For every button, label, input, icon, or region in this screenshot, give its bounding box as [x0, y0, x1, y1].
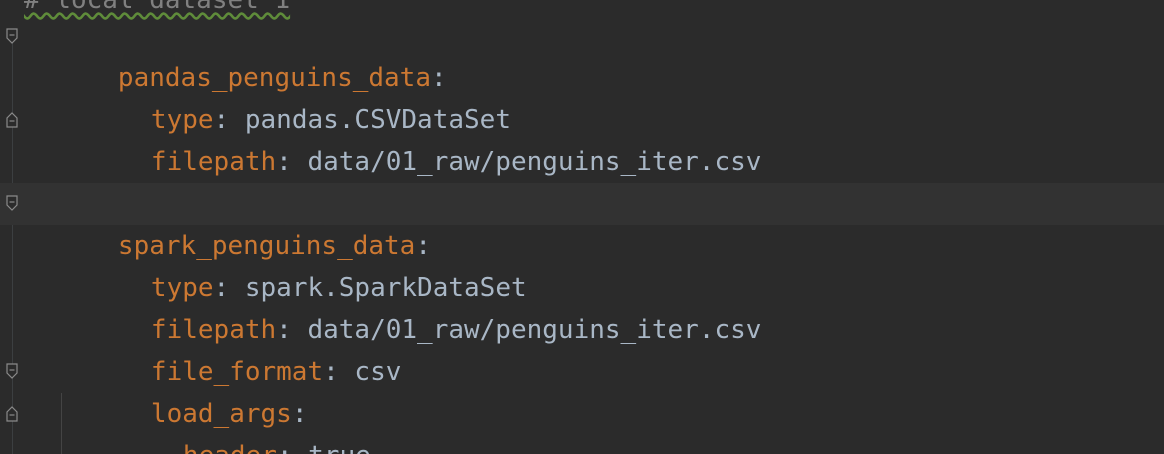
fold-open-icon[interactable]	[4, 194, 20, 214]
fold-open-icon[interactable]	[4, 362, 20, 382]
line-content: type: spark.SparkDataSet	[57, 225, 527, 303]
fold-close-icon[interactable]	[4, 109, 20, 129]
line-content: spark_penguins_data:	[24, 183, 431, 261]
code-line[interactable]: header: true	[0, 393, 1164, 454]
code-line[interactable]: filepath: data/01_raw/penguins_iter.csv	[0, 267, 1164, 345]
code-line[interactable]: filepath: data/01_raw/penguins_iter.csv	[0, 99, 1164, 177]
code-line[interactable]: load_args:	[0, 351, 1164, 429]
code-line-empty[interactable]	[0, 141, 1164, 183]
indent-guide	[61, 393, 62, 454]
code-line[interactable]: file_format: csv	[0, 309, 1164, 387]
code-line-current[interactable]: spark_penguins_data:	[0, 183, 1164, 261]
line-content: file_format: csv	[57, 309, 401, 387]
yaml-value: true	[308, 441, 371, 454]
fold-open-icon[interactable]	[4, 27, 20, 47]
line-content: filepath: data/01_raw/penguins_iter.csv	[57, 99, 762, 177]
yaml-key: header	[183, 441, 277, 454]
yaml-colon: :	[277, 441, 293, 454]
code-line[interactable]: pandas_penguins_data:	[0, 15, 1164, 93]
code-editor[interactable]: # local dataset 1 pandas_penguins_data: …	[0, 0, 1164, 454]
code-line[interactable]: type: pandas.CSVDataSet	[0, 57, 1164, 135]
line-content: header: true	[89, 393, 371, 454]
line-content: filepath: data/01_raw/penguins_iter.csv	[57, 267, 762, 345]
line-content: pandas_penguins_data:	[24, 15, 447, 93]
line-content: type: pandas.CSVDataSet	[57, 57, 511, 135]
line-content: load_args:	[57, 351, 308, 429]
fold-close-icon[interactable]	[4, 403, 20, 423]
code-line[interactable]: type: spark.SparkDataSet	[0, 225, 1164, 303]
